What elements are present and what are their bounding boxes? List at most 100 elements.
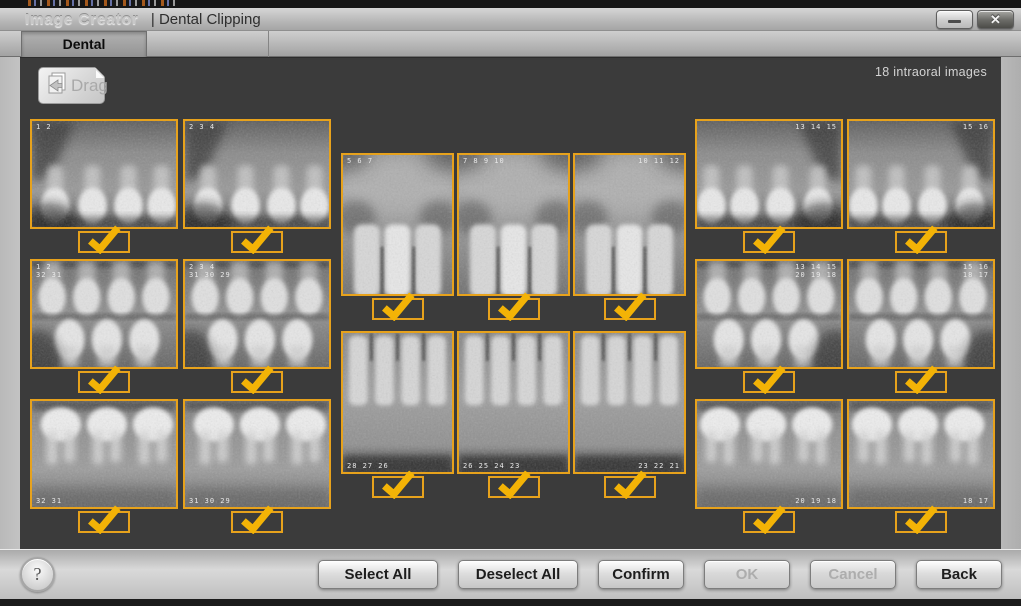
tooth-number-label: 1 232 31 — [36, 263, 62, 279]
xray-thumbnail-frame[interactable]: 13 14 1520 19 18 — [695, 259, 843, 369]
window-controls: ✕ — [936, 10, 1014, 29]
tooth-number-label: 13 14 15 — [795, 123, 837, 131]
xray-thumbnail[interactable]: 15 1618 17 — [847, 259, 995, 393]
xray-thumbnail[interactable]: 2 3 431 30 29 — [183, 259, 331, 393]
xray-thumbnail[interactable]: 1 232 31 — [30, 259, 178, 393]
tab-dental[interactable]: Dental — [21, 31, 147, 57]
xray-thumbnail[interactable]: 20 19 18 — [695, 399, 843, 533]
xray-thumbnail-frame[interactable]: 1 232 31 — [30, 259, 178, 369]
checkmark-icon — [85, 503, 122, 534]
xray-thumbnail-frame[interactable]: 32 31 — [30, 399, 178, 509]
drag-button-label: Drag — [71, 76, 108, 96]
xray-thumbnail-frame[interactable]: 26 25 24 23 — [457, 331, 570, 474]
xray-thumbnail[interactable]: 23 22 21 — [573, 331, 686, 498]
checkmark-icon — [750, 363, 787, 394]
thumbnail-checkbox[interactable] — [895, 511, 947, 533]
minimize-button[interactable] — [936, 10, 973, 29]
drag-button[interactable]: Drag — [38, 67, 105, 104]
xray-thumbnail-frame[interactable]: 13 14 15 — [695, 119, 843, 229]
checkmark-icon — [611, 290, 648, 321]
thumbnail-checkbox[interactable] — [604, 476, 656, 498]
tooth-number-label: 15 1618 17 — [963, 263, 989, 279]
tooth-number-label: 1 2 — [36, 123, 52, 131]
xray-thumbnail[interactable]: 26 25 24 23 — [457, 331, 570, 498]
xray-thumbnail-frame[interactable]: 23 22 21 — [573, 331, 686, 474]
checkmark-icon — [750, 223, 787, 254]
thumbnail-checkbox[interactable] — [604, 298, 656, 320]
tooth-number-label: 2 3 4 — [189, 123, 215, 131]
checkmark-icon — [238, 363, 275, 394]
select-all-button[interactable]: Select All — [318, 560, 438, 589]
help-button[interactable]: ? — [20, 557, 55, 592]
image-creator-window: Image Creator | Dental Clipping ✕ Dental… — [0, 0, 1021, 606]
thumbnail-checkbox[interactable] — [78, 371, 130, 393]
xray-thumbnail-frame[interactable]: 1 2 — [30, 119, 178, 229]
content-area: Drag 18 intraoral images 1 2 — [20, 57, 1001, 549]
xray-thumbnail-frame[interactable]: 2 3 4 — [183, 119, 331, 229]
confirm-button[interactable]: Confirm — [598, 560, 684, 589]
footer-bar: ? Select AllDeselect AllConfirmOKCancelB… — [0, 549, 1021, 599]
xray-thumbnail[interactable]: 10 11 12 — [573, 153, 686, 320]
xray-thumbnail[interactable]: 1 2 — [30, 119, 178, 253]
cancel-button: Cancel — [810, 560, 896, 589]
xray-thumbnail[interactable]: 2 3 4 — [183, 119, 331, 253]
xray-thumbnail-frame[interactable]: 7 8 9 10 — [457, 153, 570, 296]
thumbnail-checkbox[interactable] — [372, 476, 424, 498]
xray-thumbnail-frame[interactable]: 31 30 29 — [183, 399, 331, 509]
checkmark-icon — [85, 223, 122, 254]
thumbnail-checkbox[interactable] — [78, 231, 130, 253]
thumbnail-checkbox[interactable] — [372, 298, 424, 320]
checkmark-icon — [238, 503, 275, 534]
thumbnail-checkbox[interactable] — [743, 371, 795, 393]
xray-thumbnail-frame[interactable]: 5 6 7 — [341, 153, 454, 296]
xray-thumbnail[interactable]: 13 14 1520 19 18 — [695, 259, 843, 393]
checkmark-icon — [611, 468, 648, 499]
app-logo: Image Creator — [25, 11, 139, 28]
xray-thumbnail[interactable]: 18 17 — [847, 399, 995, 533]
xray-thumbnail[interactable]: 5 6 7 — [341, 153, 454, 320]
xray-thumbnail[interactable]: 31 30 29 — [183, 399, 331, 533]
xray-image — [459, 333, 568, 472]
thumbnail-checkbox[interactable] — [78, 511, 130, 533]
thumbnail-checkbox[interactable] — [231, 511, 283, 533]
xray-thumbnail-frame[interactable]: 2 3 431 30 29 — [183, 259, 331, 369]
xray-image — [343, 155, 452, 294]
checkmark-icon — [902, 363, 939, 394]
xray-thumbnail[interactable]: 13 14 15 — [695, 119, 843, 253]
thumbnail-checkbox[interactable] — [231, 231, 283, 253]
thumbnail-checkbox[interactable] — [488, 476, 540, 498]
xray-thumbnail-frame[interactable]: 28 27 26 — [341, 331, 454, 474]
thumbnail-checkbox[interactable] — [895, 231, 947, 253]
xray-thumbnail-frame[interactable]: 20 19 18 — [695, 399, 843, 509]
xray-thumbnail-frame[interactable]: 15 1618 17 — [847, 259, 995, 369]
xray-thumbnail[interactable]: 28 27 26 — [341, 331, 454, 498]
xray-thumbnail-frame[interactable]: 18 17 — [847, 399, 995, 509]
xray-image — [849, 401, 993, 507]
titlebar[interactable]: Image Creator | Dental Clipping ✕ — [0, 8, 1021, 31]
thumbnail-checkbox[interactable] — [895, 371, 947, 393]
thumbnail-checkbox[interactable] — [743, 231, 795, 253]
image-count-label: 18 intraoral images — [875, 65, 987, 79]
checkmark-icon — [495, 468, 532, 499]
xray-thumbnail-frame[interactable]: 15 16 — [847, 119, 995, 229]
xray-thumbnail[interactable]: 15 16 — [847, 119, 995, 253]
window-subtitle: | Dental Clipping — [151, 11, 261, 28]
thumbnail-group-right: 13 14 15 15 16 — [695, 119, 995, 533]
deselect-all-button[interactable]: Deselect All — [458, 560, 578, 589]
xray-image — [32, 401, 176, 507]
xray-thumbnail-frame[interactable]: 10 11 12 — [573, 153, 686, 296]
checkmark-icon — [85, 363, 122, 394]
close-button[interactable]: ✕ — [977, 10, 1014, 29]
xray-image — [575, 155, 684, 294]
thumbnail-checkbox[interactable] — [743, 511, 795, 533]
thumbnail-checkbox[interactable] — [231, 371, 283, 393]
tooth-number-label: 2 3 431 30 29 — [189, 263, 231, 279]
back-button[interactable]: Back — [916, 560, 1002, 589]
xray-thumbnail[interactable]: 7 8 9 10 — [457, 153, 570, 320]
xray-thumbnail[interactable]: 32 31 — [30, 399, 178, 533]
checkmark-icon — [902, 503, 939, 534]
drag-pages-icon — [43, 70, 69, 101]
xray-image — [575, 333, 684, 472]
thumbnail-checkbox[interactable] — [488, 298, 540, 320]
checkmark-icon — [238, 223, 275, 254]
